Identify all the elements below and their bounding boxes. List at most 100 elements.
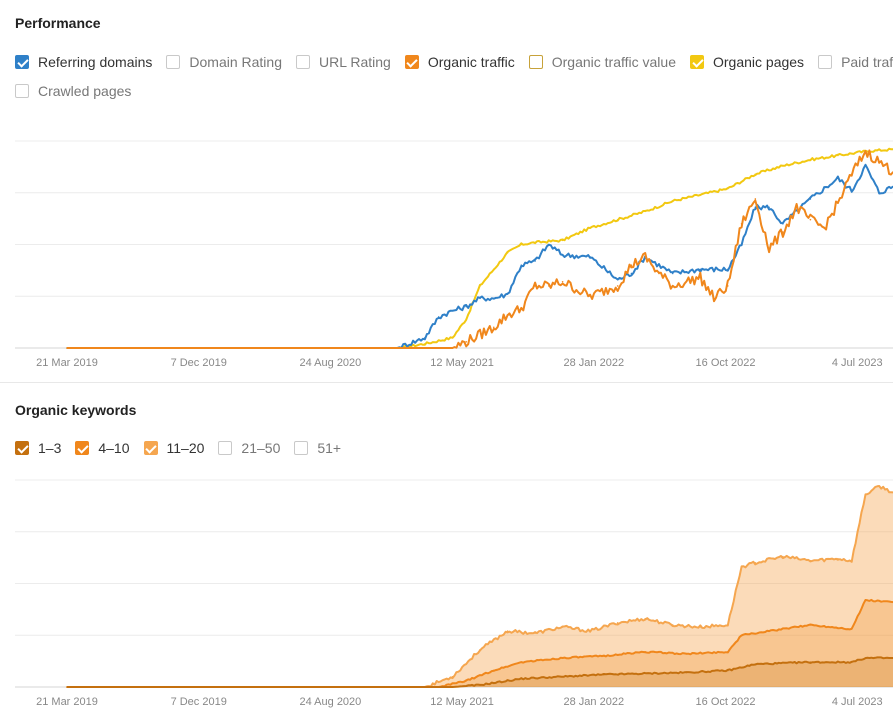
legend-checkbox[interactable]	[15, 84, 29, 98]
data-point-4-10	[685, 653, 688, 655]
data-point-11-20	[671, 624, 674, 626]
legend-toggle-url-rating[interactable]: URL Rating	[296, 53, 391, 71]
data-point-11-20	[644, 617, 646, 620]
data-point-4-10	[465, 679, 468, 682]
data-point-organic-traffic	[548, 285, 550, 287]
data-point-4-10	[740, 634, 743, 637]
data-point-organic-traffic	[658, 272, 660, 275]
legend-row: 1–3 4–10 11–20 21–50 51+	[15, 439, 893, 468]
x-tick-label: 21 Mar 2019	[36, 357, 98, 369]
data-point-organic-traffic	[671, 285, 674, 287]
data-point-referring-domains	[520, 264, 523, 266]
data-point-organic-traffic	[768, 247, 770, 250]
data-point-referring-domains	[864, 165, 867, 167]
organic-keywords-title: Organic keywords	[15, 402, 137, 418]
data-point-11-20	[506, 630, 509, 632]
legend-checkbox[interactable]	[294, 441, 309, 455]
data-point-4-10	[864, 599, 867, 601]
legend-toggle-1-3[interactable]: 1–3	[15, 439, 61, 457]
data-point-organic-traffic	[850, 173, 853, 175]
data-point-referring-domains	[479, 297, 481, 300]
data-point-referring-domains	[768, 206, 770, 209]
legend-toggle-organic-traffic-value[interactable]: Organic traffic value	[528, 53, 676, 71]
x-tick-label: 4 Jul 2023	[832, 696, 883, 708]
legend-checkbox[interactable]	[166, 55, 181, 69]
legend-toggle-organic-traffic[interactable]: Organic traffic	[404, 53, 515, 71]
legend-label: Referring domains	[38, 54, 153, 70]
legend-label: Crawled pages	[38, 83, 132, 99]
data-point-organic-pages	[424, 343, 426, 345]
legend-checkbox[interactable]	[818, 55, 833, 69]
data-point-1-3	[603, 673, 605, 676]
x-tick-label: 16 Oct 2022	[696, 696, 756, 708]
data-point-11-20	[809, 559, 812, 562]
data-point-organic-traffic	[561, 280, 564, 283]
legend-checkbox[interactable]	[528, 55, 543, 69]
data-point-organic-traffic	[520, 307, 523, 310]
x-tick-label: 12 May 2021	[430, 696, 494, 708]
data-point-organic-traffic	[451, 347, 454, 349]
data-point-11-20	[561, 626, 564, 628]
legend-checkbox[interactable]	[143, 441, 158, 455]
data-point-referring-domains	[740, 243, 743, 246]
data-point-referring-domains	[850, 189, 853, 192]
legend-toggle-21-50[interactable]: 21–50	[218, 439, 280, 457]
legend-label: 4–10	[98, 440, 130, 456]
data-point-organic-pages	[589, 227, 591, 229]
data-point-11-20	[727, 624, 729, 626]
legend-checkbox[interactable]	[404, 55, 419, 69]
data-point-referring-domains	[492, 297, 495, 300]
data-point-organic-traffic	[864, 150, 867, 153]
legend-label: URL Rating	[319, 54, 391, 70]
legend-checkbox[interactable]	[296, 55, 310, 69]
legend-toggle-referring-domains[interactable]: Referring domains	[15, 53, 152, 71]
legend-checkbox[interactable]	[690, 55, 704, 69]
data-point-11-20	[451, 675, 454, 678]
data-point-organic-traffic	[754, 198, 757, 200]
data-point-4-10	[561, 657, 564, 659]
data-point-organic-pages	[561, 239, 564, 242]
data-point-organic-traffic	[823, 227, 825, 229]
data-point-1-3	[754, 663, 757, 666]
legend-checkbox[interactable]	[15, 441, 29, 455]
data-point-1-3	[685, 671, 688, 674]
data-point-organic-pages	[506, 251, 509, 254]
data-point-1-3	[864, 657, 867, 659]
data-point-organic-traffic	[795, 206, 798, 209]
data-point-referring-domains	[837, 177, 839, 180]
data-point-11-20	[699, 626, 702, 628]
data-point-4-10	[727, 651, 729, 653]
data-point-organic-traffic	[506, 314, 509, 316]
data-point-11-20	[878, 485, 881, 488]
data-point-11-20	[479, 648, 481, 651]
data-point-organic-traffic	[465, 340, 468, 343]
data-point-organic-pages	[644, 210, 646, 213]
data-point-11-20	[837, 557, 839, 560]
legend-checkbox[interactable]	[218, 441, 233, 455]
legend-label: 21–50	[241, 440, 281, 456]
x-tick-label: 24 Aug 2020	[300, 357, 362, 369]
legend-checkbox[interactable]	[75, 441, 90, 455]
data-point-organic-pages	[465, 318, 468, 320]
legend-toggle-domain-rating[interactable]: Domain Rating	[166, 53, 282, 71]
data-point-organic-traffic	[699, 276, 702, 279]
legend-toggle-11-20[interactable]: 11–20	[143, 439, 204, 457]
legend-checkbox[interactable]	[15, 55, 29, 69]
organic-keywords-legend: 1–3 4–10 11–20 21–50 51+	[15, 439, 893, 468]
data-point-referring-domains	[589, 256, 591, 258]
data-point-organic-pages	[520, 243, 523, 246]
data-point-organic-traffic	[66, 347, 68, 349]
x-tick-label: 21 Mar 2019	[36, 696, 98, 708]
data-point-1-3	[451, 686, 454, 688]
legend-toggle-4-10[interactable]: 4–10	[75, 439, 130, 457]
x-tick-label: 24 Aug 2020	[300, 696, 362, 708]
data-point-11-20	[864, 493, 867, 496]
data-point-organic-pages	[837, 154, 839, 157]
legend-toggle-paid-traffic[interactable]: Paid traffic	[818, 53, 893, 71]
data-point-organic-pages	[754, 173, 757, 175]
legend-toggle-crawled-pages[interactable]: Crawled pages	[15, 82, 131, 100]
legend-toggle-organic-pages[interactable]: Organic pages	[690, 53, 804, 71]
legend-toggle-51[interactable]: 51+	[294, 439, 341, 457]
data-point-referring-domains	[534, 260, 536, 262]
legend-label: Paid traffic	[841, 54, 893, 70]
